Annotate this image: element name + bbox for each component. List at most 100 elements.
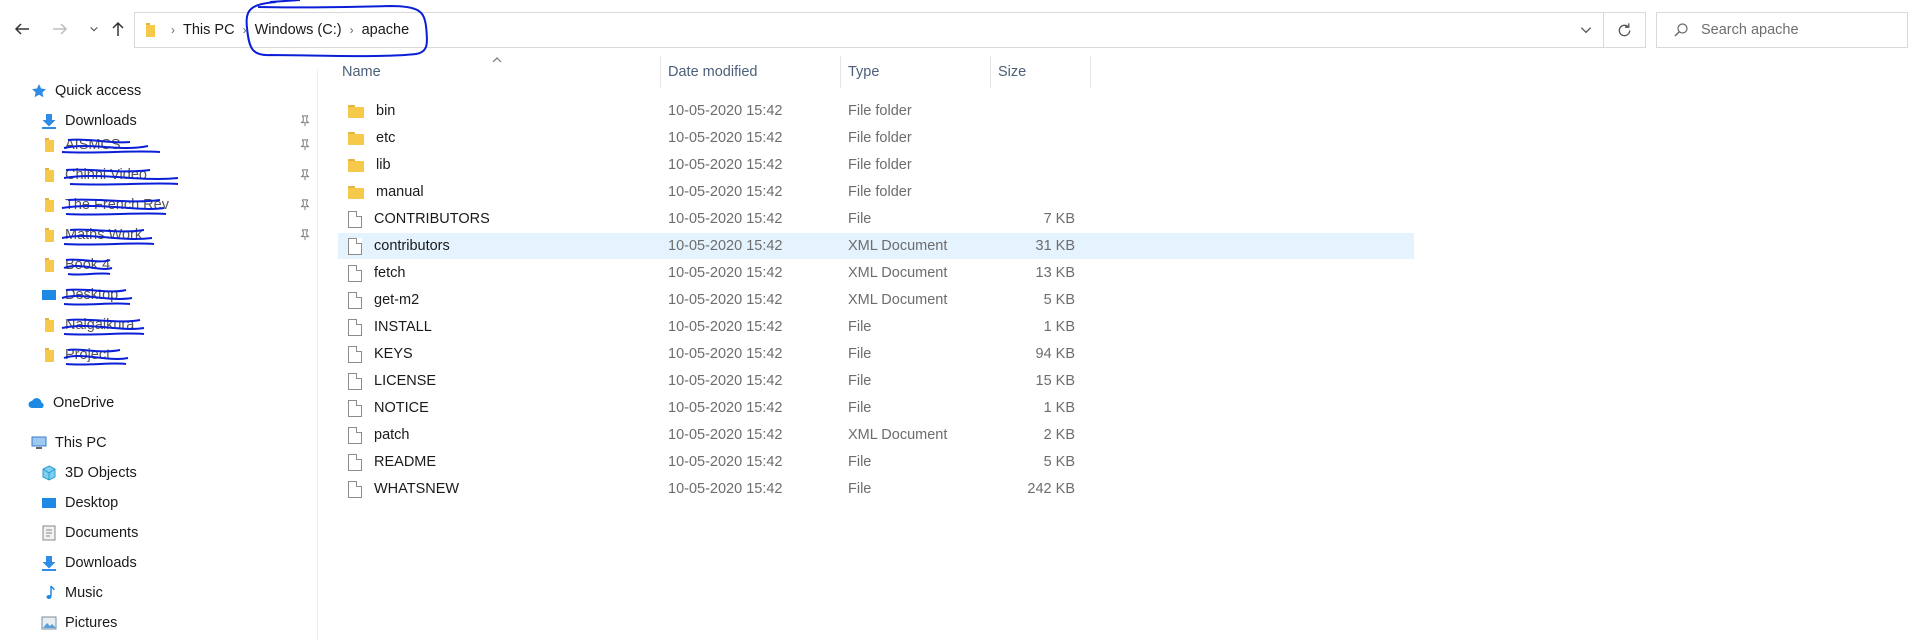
file-row[interactable]: WHATSNEW 10-05-2020 15:42 File 242 KB (338, 476, 1414, 502)
file-date: 10-05-2020 15:42 (668, 157, 783, 173)
file-date: 10-05-2020 15:42 (668, 481, 783, 497)
nav-redacted-folder-3[interactable]: The French Rev (40, 192, 169, 218)
column-header-label: Type (848, 64, 880, 80)
nav-redacted-folder-7[interactable]: Project (40, 342, 110, 368)
breadcrumb-apache[interactable]: apache (362, 22, 410, 38)
file-name: WHATSNEW (374, 481, 460, 497)
nav-redacted-folder-1[interactable]: AISMCS (40, 132, 121, 158)
column-header-date[interactable]: Date modified (668, 56, 838, 88)
nav-3d-objects[interactable]: 3D Objects (40, 460, 137, 486)
pin-icon[interactable] (298, 114, 312, 128)
address-bar[interactable]: › This PC › Windows (C:) › apache (134, 12, 1604, 48)
navigation-pane: Quick access Downloads AISMCS Chinni Vid… (0, 70, 318, 640)
forward-button[interactable] (48, 16, 72, 42)
column-divider[interactable] (1090, 56, 1091, 88)
arrow-up-icon (112, 21, 124, 36)
nav-documents[interactable]: Documents (40, 520, 138, 546)
file-name: KEYS (374, 346, 413, 362)
nav-label: Chinni Video (65, 167, 147, 183)
file-type: File (848, 454, 872, 470)
file-row[interactable]: README 10-05-2020 15:42 File 5 KB (338, 449, 1414, 475)
file-type: XML Document (848, 427, 948, 443)
nav-downloads[interactable]: Downloads (40, 550, 137, 576)
file-row[interactable]: KEYS 10-05-2020 15:42 File 94 KB (338, 341, 1414, 367)
up-button[interactable] (106, 16, 130, 42)
pin-icon[interactable] (298, 228, 312, 242)
column-header-label: Date modified (668, 64, 758, 80)
chevron-right-icon[interactable]: › (243, 23, 247, 37)
file-row[interactable]: contributors 10-05-2020 15:42 XML Document… (338, 233, 1414, 259)
cloud-icon (28, 395, 46, 411)
file-row[interactable]: bin 10-05-2020 15:42 File folder (338, 98, 1414, 124)
file-type: File folder (848, 130, 912, 146)
file-name: get-m2 (374, 292, 420, 308)
file-row[interactable]: fetch 10-05-2020 15:42 XML Document 13 KB (338, 260, 1414, 286)
breadcrumb-this-pc[interactable]: This PC (183, 22, 235, 38)
nav-this-pc[interactable]: This PC (30, 430, 107, 456)
column-header-name[interactable]: Name (342, 56, 662, 88)
column-divider[interactable] (660, 56, 661, 88)
arrow-right-icon (53, 23, 68, 35)
nav-label: Music (65, 585, 103, 601)
nav-downloads-pinned[interactable]: Downloads (40, 108, 137, 134)
file-icon (348, 318, 362, 336)
pin-icon[interactable] (298, 198, 312, 212)
chevron-right-icon[interactable]: › (350, 23, 354, 37)
file-row[interactable]: patch 10-05-2020 15:42 XML Document 2 KB (338, 422, 1414, 448)
file-row[interactable]: CONTRIBUTORS 10-05-2020 15:42 File 7 KB (338, 206, 1414, 232)
breadcrumb-windows-c[interactable]: Windows (C:) (255, 22, 342, 38)
file-row[interactable]: INSTALL 10-05-2020 15:42 File 1 KB (338, 314, 1414, 340)
pin-icon[interactable] (298, 168, 312, 182)
file-type: XML Document (848, 238, 948, 254)
file-icon (348, 264, 362, 282)
folder-icon (40, 197, 58, 213)
file-date: 10-05-2020 15:42 (668, 319, 783, 335)
nav-label: Pictures (65, 615, 118, 631)
folder-icon (143, 23, 159, 37)
file-icon (348, 237, 362, 255)
picture-icon (40, 615, 58, 631)
search-box[interactable] (1656, 12, 1908, 48)
file-row[interactable]: etc 10-05-2020 15:42 File folder (338, 125, 1414, 151)
nav-redacted-folder-5[interactable]: Book 4 (40, 252, 110, 278)
chevron-down-icon (90, 26, 98, 32)
nav-pictures[interactable]: Pictures (40, 610, 117, 636)
file-name-cell: patch (348, 422, 409, 448)
refresh-button[interactable] (1604, 12, 1646, 48)
chevron-right-icon[interactable]: › (171, 23, 175, 37)
folder-icon (40, 257, 58, 273)
file-size: 5 KB (1043, 292, 1075, 308)
back-button[interactable] (10, 16, 34, 42)
file-row[interactable]: lib 10-05-2020 15:42 File folder (338, 152, 1414, 178)
search-input[interactable] (1701, 22, 1901, 38)
file-icon (348, 210, 362, 228)
file-type: File (848, 400, 872, 416)
nav-redacted-folder-2[interactable]: Chinni Video (40, 162, 147, 188)
pin-icon[interactable] (298, 138, 312, 152)
file-row[interactable]: get-m2 10-05-2020 15:42 XML Document 5 KB (338, 287, 1414, 313)
nav-music[interactable]: Music (40, 580, 103, 606)
file-name-cell: contributors (348, 233, 450, 259)
nav-quick-access[interactable]: Quick access (30, 78, 141, 104)
recent-locations-button[interactable] (82, 16, 106, 42)
column-header-size[interactable]: Size (998, 56, 1088, 88)
column-divider[interactable] (990, 56, 991, 88)
file-row[interactable]: LICENSE 10-05-2020 15:42 File 15 KB (338, 368, 1414, 394)
nav-redacted-desktop[interactable]: Desktop (40, 282, 118, 308)
column-divider[interactable] (840, 56, 841, 88)
file-name: fetch (374, 265, 406, 281)
column-header-type[interactable]: Type (848, 56, 938, 88)
nav-label: Book 4 (65, 257, 111, 273)
nav-redacted-folder-6[interactable]: Nalgaikura (40, 312, 134, 338)
nav-redacted-folder-4[interactable]: Maths Work (40, 222, 142, 248)
file-icon (348, 291, 362, 309)
nav-desktop[interactable]: Desktop (40, 490, 118, 516)
nav-onedrive[interactable]: OneDrive (28, 390, 114, 416)
file-row[interactable]: manual 10-05-2020 15:42 File folder (338, 179, 1414, 205)
address-dropdown-button[interactable] (1577, 21, 1595, 39)
nav-label: Quick access (55, 83, 142, 99)
nav-label: The French Rev (65, 197, 169, 213)
nav-label: Desktop (65, 495, 119, 511)
file-type: File folder (848, 184, 912, 200)
file-row[interactable]: NOTICE 10-05-2020 15:42 File 1 KB (338, 395, 1414, 421)
